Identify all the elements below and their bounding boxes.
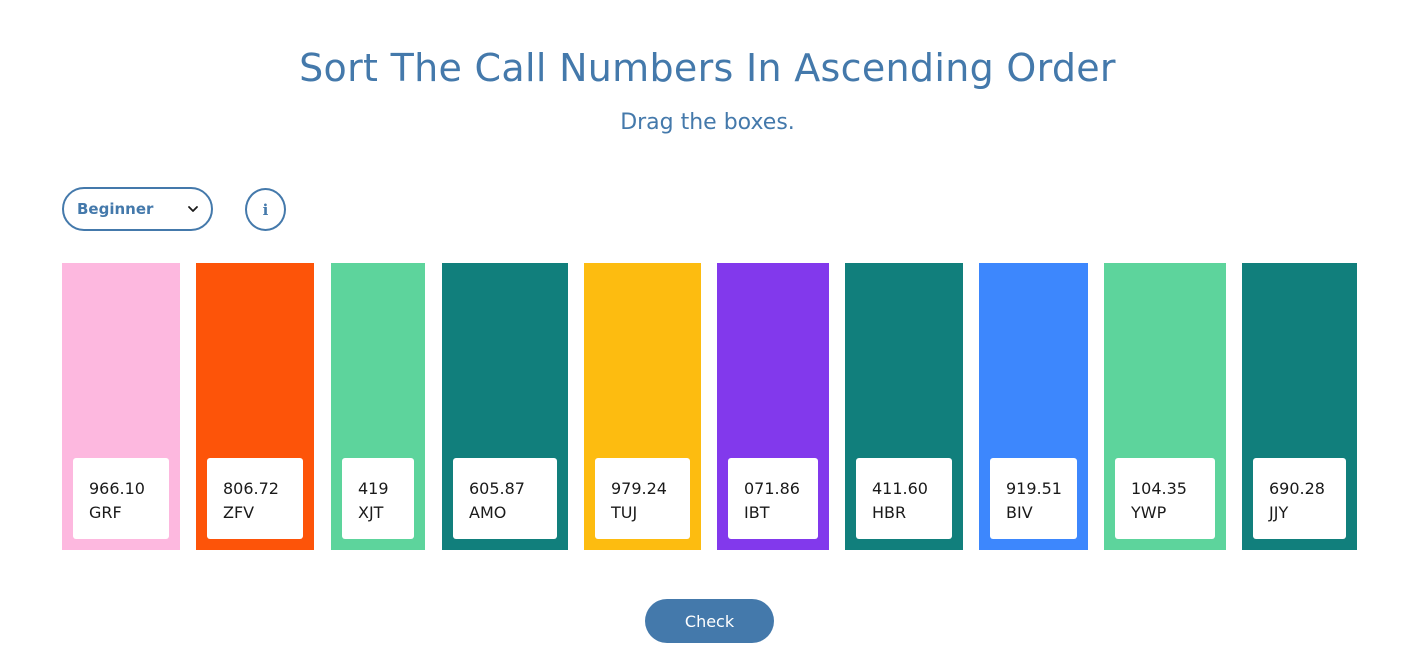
call-letters: XJT (358, 503, 384, 522)
book-spine[interactable]: 979.24 TUJ (584, 263, 701, 550)
chevron-down-icon (188, 206, 198, 212)
call-number-label: 411.60 HBR (856, 458, 952, 539)
book-spine[interactable]: 605.87 AMO (442, 263, 568, 550)
call-number: 966.10 (89, 479, 145, 498)
call-letters: JJY (1269, 503, 1289, 522)
call-number: 419 (358, 479, 389, 498)
call-number: 690.28 (1269, 479, 1325, 498)
check-button[interactable]: Check (645, 599, 774, 643)
book-spine[interactable]: 966.10 GRF (62, 263, 180, 550)
call-number-label: 979.24 TUJ (595, 458, 690, 539)
call-number: 411.60 (872, 479, 928, 498)
call-number: 979.24 (611, 479, 667, 498)
level-select[interactable]: Beginner (62, 187, 213, 231)
call-number: 104.35 (1131, 479, 1187, 498)
call-letters: BIV (1006, 503, 1033, 522)
call-number: 605.87 (469, 479, 525, 498)
book-spine[interactable]: 419 XJT (331, 263, 425, 550)
call-number-label: 071.86 IBT (728, 458, 818, 539)
instructions-text: Drag the boxes. (620, 110, 795, 135)
book-spine[interactable]: 104.35 YWP (1104, 263, 1226, 550)
book-spine[interactable]: 690.28 JJY (1242, 263, 1357, 550)
call-letters: ZFV (223, 503, 255, 522)
call-number-label: 419 XJT (342, 458, 414, 539)
call-number: 806.72 (223, 479, 279, 498)
call-number-label: 605.87 AMO (453, 458, 557, 539)
call-number: 919.51 (1006, 479, 1062, 498)
call-number-label: 690.28 JJY (1253, 458, 1346, 539)
book-spine[interactable]: 071.86 IBT (717, 263, 829, 550)
info-button[interactable]: i (245, 188, 286, 231)
call-number-label: 919.51 BIV (990, 458, 1077, 539)
page-title: Sort The Call Numbers In Ascending Order (299, 46, 1116, 90)
level-select-value: Beginner (77, 200, 154, 218)
call-letters: GRF (89, 503, 122, 522)
call-letters: TUJ (611, 503, 638, 522)
call-number-label: 104.35 YWP (1115, 458, 1215, 539)
call-number: 071.86 (744, 479, 800, 498)
call-letters: YWP (1131, 503, 1167, 522)
call-letters: AMO (469, 503, 507, 522)
call-letters: HBR (872, 503, 907, 522)
call-number-label: 806.72 ZFV (207, 458, 303, 539)
call-number-label: 966.10 GRF (73, 458, 169, 539)
call-letters: IBT (744, 503, 770, 522)
book-spine[interactable]: 806.72 ZFV (196, 263, 314, 550)
book-spine[interactable]: 919.51 BIV (979, 263, 1088, 550)
book-spine[interactable]: 411.60 HBR (845, 263, 963, 550)
info-icon: i (262, 200, 269, 219)
